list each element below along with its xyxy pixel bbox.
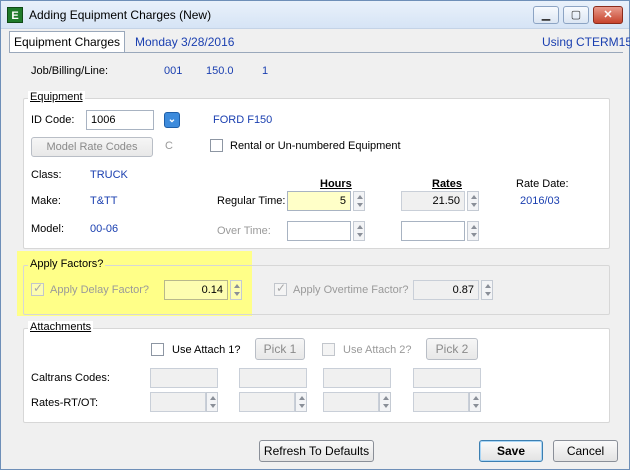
save-button[interactable]: Save bbox=[479, 440, 543, 462]
over-time-label: Over Time: bbox=[217, 225, 271, 237]
use-attach2-label: Use Attach 2? bbox=[343, 344, 412, 356]
equipment-group-title: Equipment bbox=[28, 91, 85, 103]
caltrans-code-2[interactable] bbox=[239, 368, 307, 388]
model-rate-codes-button[interactable]: Model Rate Codes bbox=[31, 137, 153, 157]
rate-code-value: C bbox=[165, 140, 173, 152]
minimize-icon: ▁ bbox=[541, 9, 551, 21]
over-hours-input[interactable] bbox=[287, 221, 351, 241]
rate-date-value: 2016/03 bbox=[520, 195, 560, 207]
attachments-title: Attachments bbox=[28, 321, 94, 333]
delay-factor-checkbox[interactable]: ✓ bbox=[31, 281, 44, 296]
id-code-lookup-button[interactable]: ⌄ bbox=[164, 112, 180, 128]
make-label: Make: bbox=[31, 195, 61, 207]
app-icon: E bbox=[7, 7, 23, 23]
over-rate-input[interactable] bbox=[401, 221, 465, 241]
attach-rate-1[interactable] bbox=[150, 392, 206, 412]
id-code-label: ID Code: bbox=[31, 114, 75, 126]
overtime-factor-label: Apply Overtime Factor? bbox=[293, 284, 409, 296]
hours-header: Hours bbox=[320, 178, 352, 190]
over-rate-spinner[interactable] bbox=[467, 221, 479, 241]
use-attach1-checkbox[interactable] bbox=[151, 343, 164, 356]
class-value: TRUCK bbox=[90, 169, 128, 181]
tab-equipment-charges[interactable]: Equipment Charges bbox=[9, 31, 125, 53]
regular-rate-spinner[interactable] bbox=[467, 191, 479, 211]
attach-rate-2[interactable] bbox=[239, 392, 295, 412]
caltrans-code-4[interactable] bbox=[413, 368, 481, 388]
line-value: 1 bbox=[262, 65, 269, 77]
attach-rate-4[interactable] bbox=[413, 392, 469, 412]
use-attach1-label: Use Attach 1? bbox=[172, 344, 241, 356]
equipment-description: FORD F150 bbox=[213, 114, 273, 126]
rates-header: Rates bbox=[432, 178, 462, 190]
minimize-button[interactable]: ▁ bbox=[533, 6, 559, 24]
caltrans-code-3[interactable] bbox=[323, 368, 391, 388]
apply-factors-title: Apply Factors? bbox=[28, 258, 106, 270]
attach-rate-2-spinner[interactable] bbox=[295, 392, 307, 412]
overtime-factor-spinner[interactable] bbox=[481, 280, 493, 300]
regular-rate-input[interactable]: 21.50 bbox=[401, 191, 465, 211]
regular-time-label: Regular Time: bbox=[217, 195, 286, 207]
model-label: Model: bbox=[31, 223, 65, 235]
maximize-icon: ▢ bbox=[570, 9, 582, 21]
window-title: Adding Equipment Charges (New) bbox=[29, 8, 212, 22]
header-using: Using CTERM15 bbox=[542, 35, 630, 49]
caltrans-code-1[interactable] bbox=[150, 368, 218, 388]
maximize-button[interactable]: ▢ bbox=[563, 6, 589, 24]
over-hours-spinner[interactable] bbox=[353, 221, 365, 241]
job-billing-line-label: Job/Billing/Line: bbox=[31, 65, 109, 77]
pick1-button[interactable]: Pick 1 bbox=[255, 338, 305, 360]
id-code-input[interactable]: 1006 bbox=[86, 110, 154, 130]
billing-value: 150.0 bbox=[206, 65, 234, 77]
rate-date-label: Rate Date: bbox=[516, 178, 569, 190]
dialog-window: E Adding Equipment Charges (New) ▁ ▢ ✕ E… bbox=[0, 0, 630, 470]
model-value: 00-06 bbox=[90, 223, 119, 235]
attach-rate-3[interactable] bbox=[323, 392, 379, 412]
rental-label: Rental or Un-numbered Equipment bbox=[230, 140, 401, 152]
delay-factor-label: Apply Delay Factor? bbox=[50, 284, 150, 296]
overtime-factor-input[interactable]: 0.87 bbox=[413, 280, 479, 300]
chevron-down-icon: ⌄ bbox=[167, 114, 177, 125]
header-date: Monday 3/28/2016 bbox=[135, 35, 235, 49]
attach-rate-3-spinner[interactable] bbox=[379, 392, 391, 412]
cancel-button[interactable]: Cancel bbox=[553, 440, 618, 462]
pick2-button[interactable]: Pick 2 bbox=[426, 338, 478, 360]
regular-hours-input[interactable]: 5 bbox=[287, 191, 351, 211]
caltrans-codes-label: Caltrans Codes: bbox=[31, 372, 110, 384]
rental-checkbox[interactable] bbox=[210, 139, 223, 152]
attachments-group bbox=[23, 328, 610, 423]
title-bar: E Adding Equipment Charges (New) ▁ ▢ ✕ bbox=[1, 1, 629, 29]
close-icon: ✕ bbox=[603, 9, 613, 21]
attach-rate-4-spinner[interactable] bbox=[469, 392, 481, 412]
tab-divider bbox=[9, 52, 623, 53]
attach-rate-1-spinner[interactable] bbox=[206, 392, 218, 412]
overtime-factor-checkbox[interactable]: ✓ bbox=[274, 281, 287, 296]
close-button[interactable]: ✕ bbox=[593, 6, 623, 24]
make-value: T&TT bbox=[90, 195, 118, 207]
rates-rt-ot-label: Rates-RT/OT: bbox=[31, 397, 99, 409]
regular-hours-spinner[interactable] bbox=[353, 191, 365, 211]
job-value: 001 bbox=[164, 65, 183, 77]
refresh-defaults-button[interactable]: Refresh To Defaults bbox=[259, 440, 374, 462]
use-attach2-checkbox[interactable] bbox=[322, 343, 335, 356]
checkmark-icon: ✓ bbox=[33, 281, 44, 295]
class-label: Class: bbox=[31, 169, 62, 181]
delay-factor-spinner[interactable] bbox=[230, 280, 242, 300]
delay-factor-input[interactable]: 0.14 bbox=[164, 280, 228, 300]
checkmark-icon: ✓ bbox=[276, 281, 287, 295]
